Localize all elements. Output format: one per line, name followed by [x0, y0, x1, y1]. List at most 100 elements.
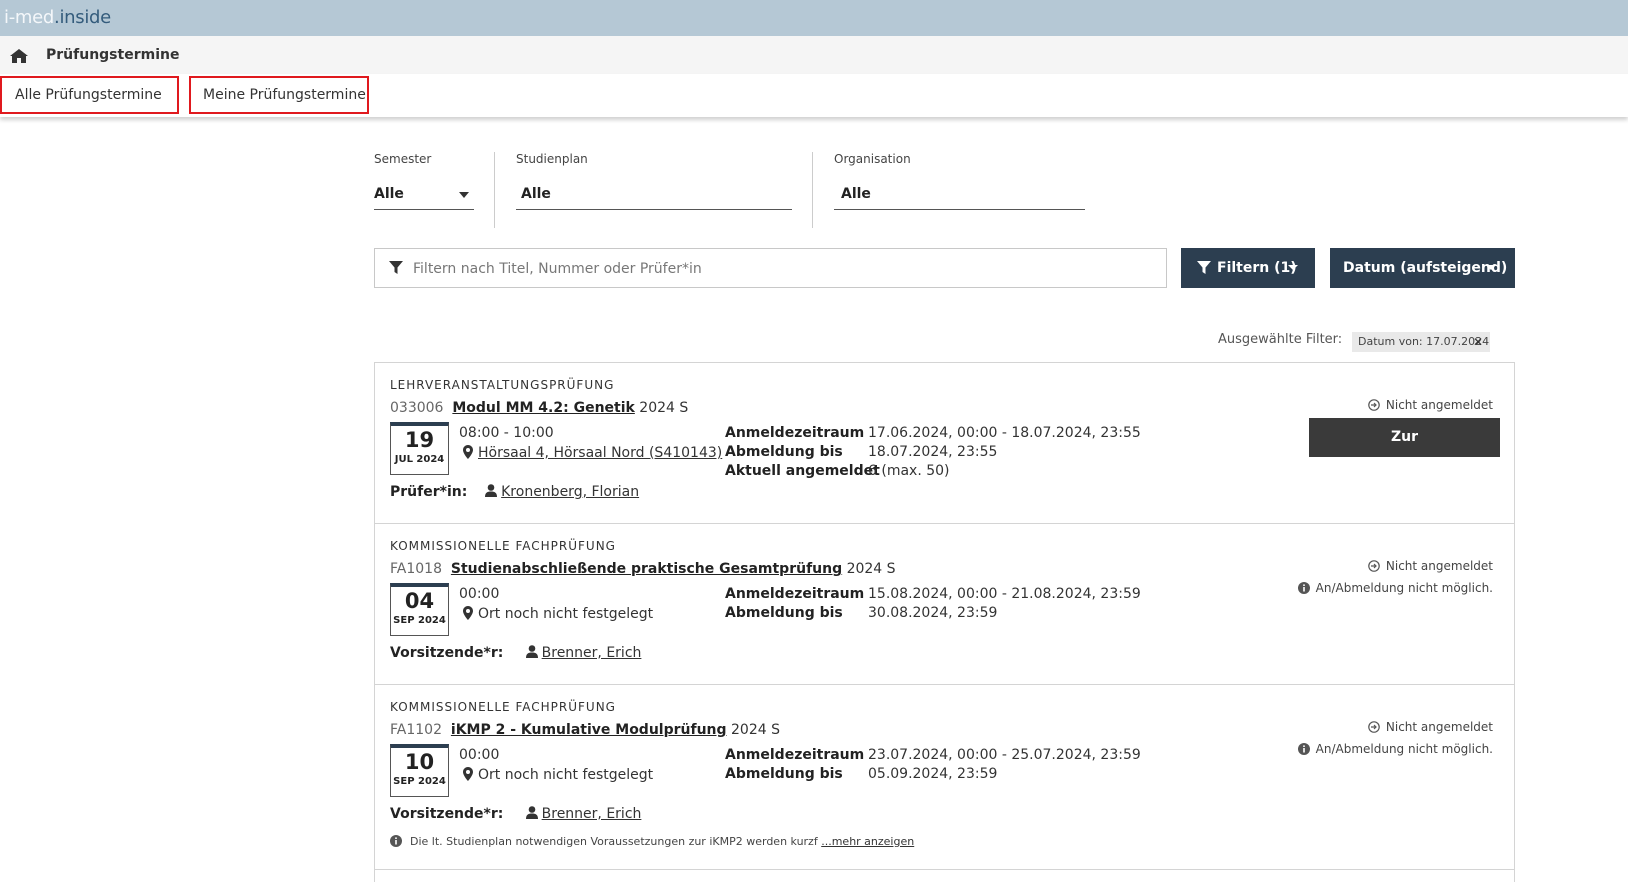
exam-type: LEHRVERANSTALTUNGSPRÜFUNG	[390, 378, 615, 392]
sign-in-icon	[1368, 560, 1380, 572]
studienplan-underline	[516, 209, 792, 210]
exam-number: FA1018	[390, 561, 442, 577]
sort-button[interactable]: Datum (aufsteigend)	[1330, 248, 1515, 288]
search-box	[374, 248, 1167, 288]
date-box: 19 JUL 2024	[390, 422, 449, 475]
detail-key: Abmeldung bis	[725, 605, 843, 621]
exam-title-link[interactable]: iKMP 2 - Kumulative Modulprüfung	[451, 722, 727, 738]
breadcrumb: Prüfungstermine	[0, 36, 1628, 74]
show-more-link[interactable]: ...mehr anzeigen	[821, 835, 914, 848]
registration-info: An/Abmeldung nicht möglich.	[1297, 742, 1493, 756]
filter-button[interactable]: Filtern (1)	[1181, 248, 1315, 288]
detail-value: 18.07.2024, 23:55	[868, 444, 998, 460]
chair-link[interactable]: Brenner, Erich	[542, 806, 642, 822]
exam-type: KOMMISSIONELLE FACHPRÜFUNG	[390, 700, 616, 714]
caret-down-icon	[1486, 265, 1496, 270]
exam-title-line: 033006 Modul MM 4.2: Genetik 2024 S	[390, 400, 688, 416]
chair-label: Vorsitzende*r:	[390, 806, 504, 822]
filter-chip-label: Datum von: 17.07.2024	[1358, 335, 1490, 348]
tab-alle-pruefungstermine[interactable]: Alle Prüfungstermine	[0, 76, 179, 114]
chair: Vorsitzende*r: Brenner, Erich	[390, 645, 641, 661]
detail-value: 05.09.2024, 23:59	[868, 766, 998, 782]
chevron-down-icon	[459, 192, 469, 198]
organisation-field[interactable]: Organisation Alle	[834, 152, 1085, 210]
logo-part1: i-med	[4, 7, 55, 28]
page-title: Prüfungstermine	[46, 47, 180, 63]
organisation-underline	[834, 209, 1085, 210]
exam-day: 04	[404, 589, 435, 613]
organisation-value: Alle	[841, 186, 871, 202]
info-text: An/Abmeldung nicht möglich.	[1315, 581, 1493, 595]
semester-select[interactable]: Semester Alle	[374, 152, 474, 210]
exam-semester: 2024 S	[639, 400, 689, 416]
tab-meine-pruefungstermine[interactable]: Meine Prüfungstermine	[189, 76, 369, 114]
user-icon	[525, 806, 538, 819]
exam-title-link[interactable]: Studienabschließende praktische Gesamtpr…	[451, 561, 842, 577]
selected-filters-label: Ausgewählte Filter:	[1218, 332, 1343, 347]
search-input[interactable]	[413, 258, 1153, 280]
tab-bar: Alle Prüfungstermine Meine Prüfungstermi…	[0, 74, 1628, 117]
exam-time: 00:00	[459, 586, 500, 602]
registration-info: An/Abmeldung nicht möglich.	[1297, 581, 1493, 595]
registration-status: Nicht angemeldet	[1368, 398, 1493, 412]
exam-time: 08:00 - 10:00	[459, 425, 554, 441]
exam-card: KOMMISSIONELLE FACHPRÜFUNG FA1018 Studie…	[375, 524, 1514, 685]
date-box: 10 SEP 2024	[390, 744, 449, 797]
studienplan-field[interactable]: Studienplan Alle	[516, 152, 792, 210]
exam-card: KOMMISSIONELLE FACHPRÜFUNG FA1102 iKMP 2…	[375, 685, 1514, 870]
examiner-link[interactable]: Kronenberg, Florian	[501, 484, 639, 500]
registration-status: Nicht angemeldet	[1368, 720, 1493, 734]
exam-location: Hörsaal 4, Hörsaal Nord (S410143)	[463, 445, 722, 461]
detail-key: Anmeldezeitraum	[725, 747, 865, 763]
location-text: Ort noch nicht festgelegt	[478, 606, 654, 622]
close-icon[interactable]: ✕	[1473, 332, 1483, 352]
logo-part2: .inside	[54, 7, 111, 28]
chair: Vorsitzende*r: Brenner, Erich	[390, 806, 641, 822]
caret-down-icon	[1288, 265, 1298, 270]
date-box: 04 SEP 2024	[390, 583, 449, 636]
detail-value: 6 (max. 50)	[868, 463, 950, 479]
info-text: An/Abmeldung nicht möglich.	[1315, 742, 1493, 756]
exam-month-year: SEP 2024	[393, 776, 446, 787]
sign-in-icon	[1368, 399, 1380, 411]
register-button[interactable]: Zur Prüfungsanmeldung	[1309, 418, 1500, 484]
filter-icon	[1197, 261, 1211, 274]
exam-note: Die lt. Studienplan notwendigen Vorausse…	[390, 835, 914, 848]
app-header: i-med.inside	[0, 0, 1628, 36]
studienplan-label: Studienplan	[516, 152, 588, 166]
status-text: Nicht angemeldet	[1385, 559, 1493, 573]
detail-value: 30.08.2024, 23:59	[868, 605, 998, 621]
location-text: Ort noch nicht festgelegt	[478, 767, 654, 783]
sort-button-label: Datum (aufsteigend)	[1343, 260, 1508, 276]
map-pin-icon	[463, 445, 473, 459]
studienplan-value: Alle	[521, 186, 551, 202]
exam-title-link[interactable]: Modul MM 4.2: Genetik	[452, 400, 634, 416]
exam-number: FA1102	[390, 722, 442, 738]
exam-time: 00:00	[459, 747, 500, 763]
chair-link[interactable]: Brenner, Erich	[542, 645, 642, 661]
detail-key: Anmeldezeitraum	[725, 586, 865, 602]
semester-label: Semester	[374, 152, 432, 166]
info-icon	[1297, 743, 1310, 755]
status-text: Nicht angemeldet	[1385, 398, 1493, 412]
detail-key: Abmeldung bis	[725, 444, 843, 460]
map-pin-icon	[463, 606, 473, 620]
location-link[interactable]: Hörsaal 4, Hörsaal Nord (S410143)	[478, 445, 722, 461]
app-logo[interactable]: i-med.inside	[4, 7, 111, 28]
user-icon	[525, 645, 538, 658]
exam-month-year: SEP 2024	[393, 615, 446, 626]
detail-value: 17.06.2024, 00:00 - 18.07.2024, 23:55	[868, 425, 1141, 441]
chair-label: Vorsitzende*r:	[390, 645, 504, 661]
examiner-label: Prüfer*in:	[390, 484, 468, 500]
home-icon[interactable]	[10, 49, 28, 63]
filter-divider	[494, 152, 495, 228]
filter-divider	[812, 152, 813, 228]
sign-in-icon	[1368, 721, 1380, 733]
status-text: Nicht angemeldet	[1385, 720, 1493, 734]
filter-icon	[389, 261, 403, 274]
filter-chip: Datum von: 17.07.2024 ✕	[1352, 332, 1490, 352]
filter-button-label: Filtern (1)	[1217, 260, 1297, 276]
exam-day: 10	[404, 750, 435, 774]
detail-key: Aktuell angemeldet	[725, 463, 880, 479]
exam-list: LEHRVERANSTALTUNGSPRÜFUNG 033006 Modul M…	[374, 362, 1515, 882]
